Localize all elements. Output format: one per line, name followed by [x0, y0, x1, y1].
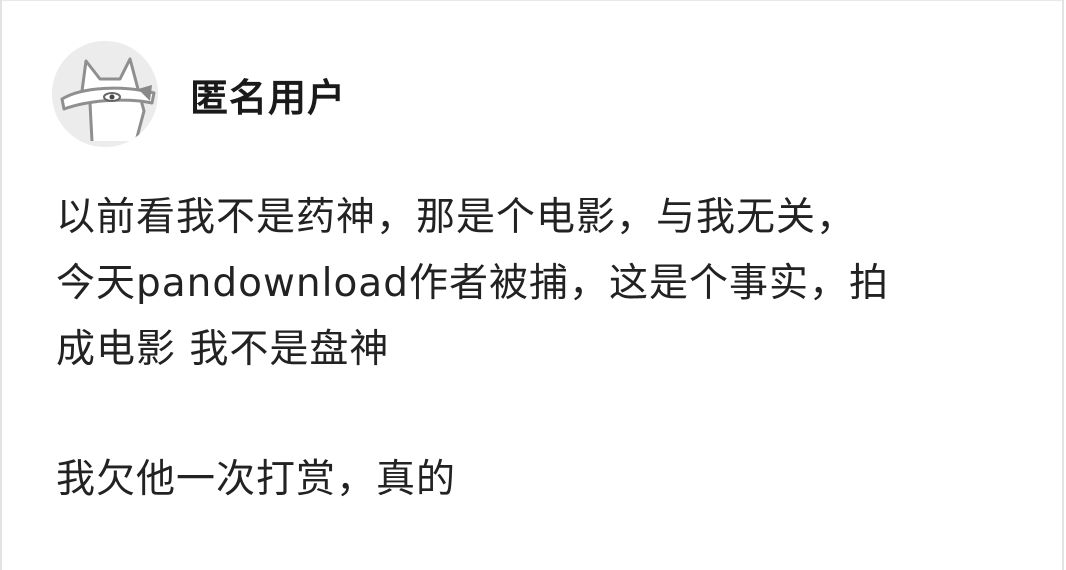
avatar[interactable] — [52, 41, 158, 147]
post-card: 匿名用户 以前看我不是药神，那是个电影，与我无关， 今天pandownload作… — [0, 0, 1064, 570]
post-body: 以前看我不是药神，那是个电影，与我无关， 今天pandownload作者被捕，这… — [56, 185, 1026, 513]
paragraph: 我欠他一次打赏，真的 — [56, 447, 1026, 513]
author-name[interactable]: 匿名用户 — [190, 67, 346, 122]
post-header: 匿名用户 — [52, 41, 346, 147]
paragraph: 以前看我不是药神，那是个电影，与我无关， 今天pandownload作者被捕，这… — [56, 185, 1026, 383]
text-line: 今天pandownload作者被捕，这是个事实，拍 — [56, 261, 889, 306]
anonymous-masked-cat-icon — [52, 41, 158, 147]
text-line: 以前看我不是药神，那是个电影，与我无关， — [56, 195, 857, 240]
text-line: 成电影 我不是盘神 — [56, 327, 390, 372]
text-line: 我欠他一次打赏，真的 — [56, 457, 457, 502]
